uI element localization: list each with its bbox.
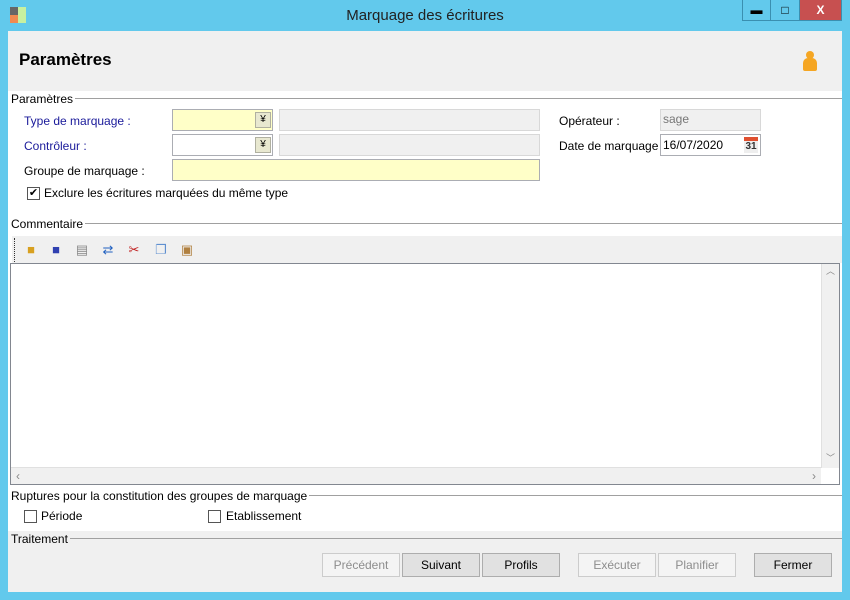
controleur-description	[279, 134, 540, 156]
paste-icon[interactable]: ▣	[178, 241, 196, 259]
print-icon[interactable]: ▤	[73, 241, 91, 259]
exclure-label: Exclure les écritures marquées du même t…	[44, 186, 289, 200]
planifier-button[interactable]: Planifier	[658, 553, 736, 577]
etablissement-checkbox[interactable]	[208, 510, 221, 523]
precedent-button[interactable]: Précédent	[322, 553, 400, 577]
profils-button[interactable]: Profils	[482, 553, 560, 577]
window-title: Marquage des écritures	[346, 7, 504, 24]
operateur-label: Opérateur :	[559, 114, 620, 128]
section-parametres: Paramètres	[11, 92, 76, 106]
page-title: Paramètres	[19, 50, 112, 69]
exclure-checkbox[interactable]: ✔	[27, 187, 40, 200]
person-icon[interactable]	[803, 51, 817, 71]
section-commentaire: Commentaire	[11, 217, 86, 231]
executer-button[interactable]: Exécuter	[578, 553, 656, 577]
fermer-button[interactable]: Fermer	[754, 553, 832, 577]
type-label: Type de marquage :	[24, 114, 131, 128]
calendar-icon[interactable]: 31	[744, 137, 758, 153]
groupe-label: Groupe de marquage :	[24, 164, 145, 178]
maximize-button[interactable]: □	[770, 0, 800, 21]
section-ruptures: Ruptures pour la constitution des groupe…	[11, 489, 310, 503]
save-icon[interactable]: ■	[47, 241, 65, 259]
type-description	[279, 109, 540, 131]
suivant-button[interactable]: Suivant	[402, 553, 480, 577]
date-label: Date de marquage :	[559, 139, 666, 153]
refresh-icon[interactable]: ⇄	[99, 241, 117, 259]
etablissement-label: Etablissement	[226, 509, 302, 523]
toolbar-grip[interactable]	[14, 238, 15, 262]
copy-icon[interactable]: ❐	[152, 241, 170, 259]
chevron-down-icon[interactable]: ¥	[255, 137, 271, 153]
header-bar	[8, 31, 842, 91]
groupe-input[interactable]	[172, 159, 540, 181]
vertical-scrollbar[interactable]: ︿	[821, 264, 839, 468]
periode-label: Période	[41, 509, 83, 523]
horizontal-scrollbar[interactable]: ‹ ›	[11, 467, 821, 484]
section-traitement: Traitement	[11, 532, 70, 546]
periode-checkbox[interactable]	[24, 510, 37, 523]
operateur-field: sage	[660, 109, 761, 131]
minimize-button[interactable]: ▬	[742, 0, 771, 21]
scroll-up-icon[interactable]: ︿	[822, 264, 839, 280]
controleur-label: Contrôleur :	[24, 139, 87, 153]
close-button[interactable]: X	[799, 0, 842, 21]
open-icon[interactable]: ■	[22, 241, 40, 259]
chevron-down-icon[interactable]: ¥	[255, 112, 271, 128]
scroll-left-icon[interactable]: ‹	[16, 469, 20, 483]
comment-textarea[interactable]	[10, 263, 840, 485]
scroll-down-icon[interactable]: ﹀	[822, 451, 839, 467]
cut-icon[interactable]: ✂	[125, 241, 143, 259]
scroll-right-icon[interactable]: ›	[812, 469, 816, 483]
